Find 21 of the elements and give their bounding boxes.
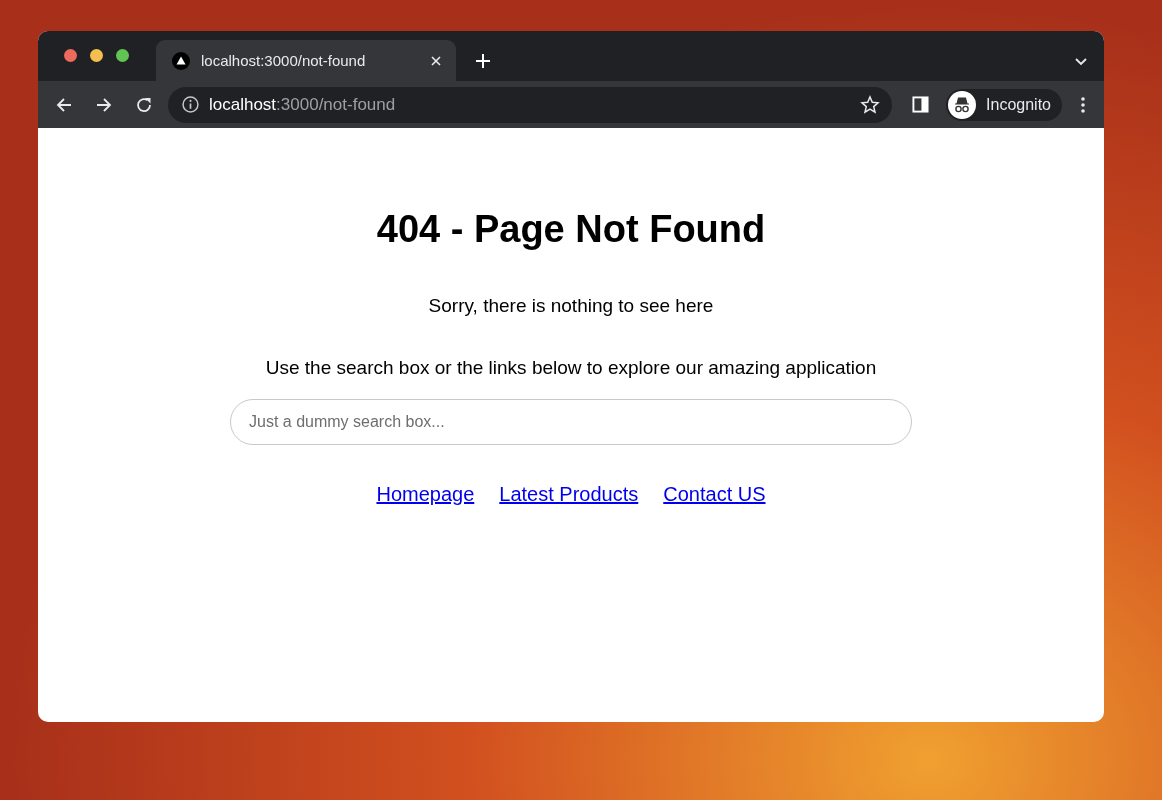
star-icon[interactable] [860, 94, 881, 115]
browser-tab[interactable]: localhost:3000/not-found [156, 40, 456, 81]
chevron-down-icon[interactable] [1074, 56, 1088, 66]
info-icon [182, 96, 199, 113]
minimize-window-button[interactable] [90, 48, 103, 62]
page-heading: 404 - Page Not Found [376, 208, 766, 251]
close-icon[interactable] [430, 54, 442, 67]
incognito-profile-button[interactable]: Incognito [946, 88, 1062, 121]
address-bar[interactable]: localhost:3000/not-found [168, 86, 893, 123]
hint-text: Use the search box or the links below to explore our amazing application [265, 357, 877, 379]
zoom-window-button[interactable] [116, 48, 129, 62]
message-text: Sorry, there is nothing to see here [428, 295, 714, 317]
nav-link[interactable]: Contact US [663, 483, 766, 506]
menu-icon[interactable] [1080, 94, 1086, 115]
nav-link[interactable]: Latest Products [499, 483, 639, 506]
side-panel-icon[interactable] [912, 96, 930, 113]
close-window-button[interactable] [64, 48, 77, 62]
nav-link[interactable]: Homepage [376, 483, 475, 506]
new-tab-icon[interactable] [475, 53, 491, 69]
incognito-icon [948, 90, 977, 119]
search-field[interactable]: Just a dummy search box... [230, 399, 912, 445]
